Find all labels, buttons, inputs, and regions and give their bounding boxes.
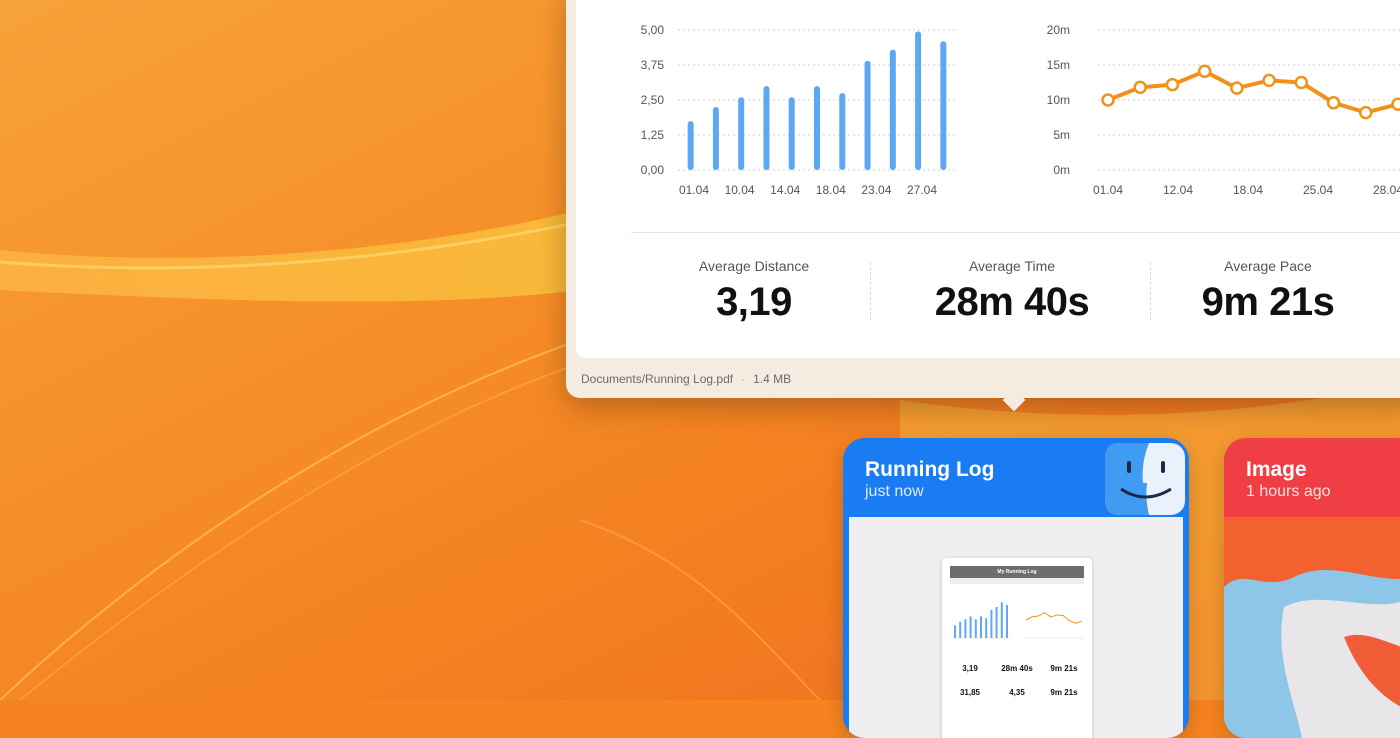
y-tick-label: 2,50 xyxy=(641,93,665,107)
pace-point xyxy=(1328,97,1339,108)
image-card[interactable]: Image 1 hours ago xyxy=(1224,438,1400,738)
thumbnail-bar xyxy=(1001,602,1003,638)
thumbnail-bar xyxy=(964,619,966,638)
card-preview-area xyxy=(1224,517,1400,738)
file-info: Documents/Running Log.pdf · 1.4 MB xyxy=(581,372,791,386)
pace-point xyxy=(1360,107,1371,118)
x-tick-label: 12.04 xyxy=(1163,183,1193,197)
file-size: 1.4 MB xyxy=(753,372,791,386)
y-tick-label: 0m xyxy=(1053,163,1070,177)
thumbnail-bar xyxy=(959,622,961,638)
stat-average-distance: Average Distance 3,19 xyxy=(634,258,874,325)
x-tick-label: 01.04 xyxy=(1093,183,1123,197)
pdf-page: 5,00 3,75 2,50 1,25 0,00 01.04 10.04 14.04 18.04… xyxy=(576,0,1400,358)
card-subtitle: 1 hours ago xyxy=(1246,483,1331,501)
stat-label: Average Distance xyxy=(634,258,874,274)
thumbnail-bar xyxy=(975,619,977,638)
pace-point xyxy=(1167,79,1178,90)
thumbnail-charts xyxy=(950,594,1084,644)
pace-point xyxy=(1231,83,1242,94)
quick-look-preview: 5,00 3,75 2,50 1,25 0,00 01.04 10.04 14.04 18.04… xyxy=(566,0,1400,398)
thumbnail-subbar xyxy=(950,578,1084,584)
y-tick-label: 15m xyxy=(1047,58,1070,72)
pace-point xyxy=(1135,82,1146,93)
file-path: Documents/Running Log.pdf xyxy=(581,372,733,386)
stat-label: Average Time xyxy=(892,258,1132,274)
stats-divider xyxy=(631,232,1400,233)
stat-label: Average Pace xyxy=(1148,258,1388,274)
stat-separator xyxy=(870,262,871,320)
x-tick-label: 28.04 xyxy=(1373,183,1400,197)
stat-average-pace: Average Pace 9m 21s xyxy=(1148,258,1388,325)
pace-point xyxy=(1264,75,1275,86)
pace-point xyxy=(1393,99,1400,110)
x-tick-label: 01.04 xyxy=(679,183,709,197)
thumbnail-value: 9m 21s xyxy=(1044,688,1084,697)
thumbnail-heading: My Running Log xyxy=(950,566,1084,578)
distance-bar xyxy=(738,97,744,170)
thumbnail-bar xyxy=(954,625,956,638)
pdf-thumbnail: My Running Log 3,19 28m 40s 9m 21s 31,85… xyxy=(942,558,1092,738)
finder-icon xyxy=(1105,443,1185,515)
distance-bar xyxy=(789,97,795,170)
thumbnail-value: 9m 21s xyxy=(1044,664,1084,673)
running-log-card[interactable]: Running Log just now My Running Log 3,19… xyxy=(843,438,1189,738)
thumbnail-bar xyxy=(980,616,982,638)
distance-bar xyxy=(688,121,694,170)
y-tick-label: 20m xyxy=(1047,23,1070,37)
card-title: Running Log xyxy=(865,458,994,482)
thumbnail-bar xyxy=(985,618,987,638)
distance-bar xyxy=(763,86,769,170)
thumbnail-bar xyxy=(996,607,998,638)
thumbnail-bar xyxy=(970,616,972,638)
stat-average-time: Average Time 28m 40s xyxy=(892,258,1132,325)
pace-point xyxy=(1199,66,1210,77)
y-tick-label: 10m xyxy=(1047,93,1070,107)
separator-dot: · xyxy=(741,372,745,386)
distance-bar xyxy=(814,86,820,170)
distance-bar xyxy=(865,61,871,170)
card-preview-area: My Running Log 3,19 28m 40s 9m 21s 31,85… xyxy=(849,517,1183,738)
x-tick-label: 18.04 xyxy=(816,183,846,197)
x-tick-label: 14.04 xyxy=(770,183,800,197)
y-tick-label: 5m xyxy=(1053,128,1070,142)
stat-value: 3,19 xyxy=(634,280,874,325)
y-tick-label: 5,00 xyxy=(641,23,665,37)
distance-bar xyxy=(713,107,719,170)
card-title: Image xyxy=(1246,458,1307,482)
pace-chart: 20m 15m 10m 5m 0m 01.04 12.04 18.04 25.04 28.04 xyxy=(1036,20,1400,200)
thumbnail-value: 31,85 xyxy=(950,688,990,697)
thumbnail-value: 3,19 xyxy=(950,664,990,673)
y-tick-label: 3,75 xyxy=(641,58,665,72)
x-tick-label: 27.04 xyxy=(907,183,937,197)
x-tick-label: 23.04 xyxy=(861,183,891,197)
distance-bar xyxy=(915,31,921,170)
stat-value: 28m 40s xyxy=(892,280,1132,325)
x-tick-label: 25.04 xyxy=(1303,183,1333,197)
pace-point xyxy=(1103,95,1114,106)
thumbnail-value: 28m 40s xyxy=(997,664,1037,673)
distance-bar xyxy=(940,41,946,170)
pace-line xyxy=(1108,71,1398,112)
card-subtitle: just now xyxy=(865,483,924,501)
stat-value: 9m 21s xyxy=(1148,280,1388,325)
x-tick-label: 10.04 xyxy=(725,183,755,197)
image-thumbnail xyxy=(1224,517,1400,738)
x-tick-label: 18.04 xyxy=(1233,183,1263,197)
distance-chart: 5,00 3,75 2,50 1,25 0,00 01.04 10.04 14.04 18.04… xyxy=(616,20,956,200)
distance-bar xyxy=(890,50,896,170)
thumbnail-bar xyxy=(990,610,992,638)
thumbnail-bar xyxy=(1006,605,1008,638)
thumbnail-value: 4,35 xyxy=(997,688,1037,697)
distance-bar xyxy=(839,93,845,170)
y-tick-label: 0,00 xyxy=(641,163,665,177)
y-tick-label: 1,25 xyxy=(641,128,665,142)
pace-point xyxy=(1296,77,1307,88)
